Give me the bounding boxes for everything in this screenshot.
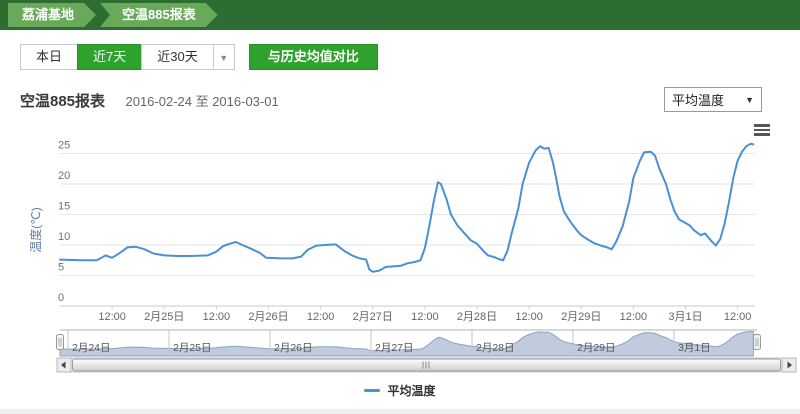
legend-line-swatch <box>364 389 380 392</box>
chart-context-menu-button[interactable] <box>754 124 771 138</box>
y-axis-label: 20 <box>58 170 70 182</box>
x-axis-label: 3月1日 <box>668 311 702 323</box>
navigator-label: 2月25日 <box>173 342 212 354</box>
y-axis-title: 温度(℃) <box>28 207 43 252</box>
hamburger-icon <box>754 129 770 132</box>
y-axis-label: 0 <box>58 292 64 304</box>
chevron-down-icon: ▼ <box>745 95 754 105</box>
breadcrumb-item-base[interactable]: 荔浦基地 <box>8 3 96 27</box>
navigator-label: 3月1日 <box>678 342 711 354</box>
window-bottom-edge <box>0 409 800 414</box>
page-title: 空温885报表 <box>20 90 105 111</box>
x-axis-label: 12:00 <box>411 311 439 323</box>
navigator-handle-left[interactable] <box>57 335 64 350</box>
x-axis-label: 12:00 <box>724 311 752 323</box>
y-axis-label: 15 <box>58 201 70 213</box>
main-series-line <box>60 144 753 272</box>
x-axis-label: 12:00 <box>203 311 231 323</box>
x-axis-label: 2月26日 <box>248 311 288 323</box>
range-button-today[interactable]: 本日 <box>20 44 78 70</box>
hamburger-icon <box>754 133 770 136</box>
temperature-chart: 0 5 10 15 20 25 温度(℃) 12:00 2月25日 12:00 2月26日 12:00… <box>0 118 800 409</box>
navigator-label: 2月28日 <box>476 342 515 354</box>
navigator-label: 2月24日 <box>72 342 111 354</box>
x-axis-label: 12:00 <box>515 311 543 323</box>
chart-canvas[interactable]: 0 5 10 15 20 25 温度(℃) 12:00 2月25日 12:00 2月26日 12:00… <box>0 118 800 409</box>
metric-select[interactable]: 平均温度 ▼ <box>664 87 762 112</box>
breadcrumb: 荔浦基地 空温885报表 <box>0 0 800 30</box>
range-button-7days[interactable]: 近7天 <box>77 44 142 70</box>
range-dropdown-caret-icon[interactable]: ▼ <box>213 44 235 70</box>
chart-legend-item[interactable]: 平均温度 <box>0 382 800 399</box>
report-header: 空温885报表 2016-02-24 至 2016-03-01 平均温度 ▼ <box>20 90 780 116</box>
metric-select-value: 平均温度 <box>672 90 724 109</box>
x-axis-label: 2月28日 <box>457 311 497 323</box>
y-axis-label: 25 <box>58 140 70 152</box>
range-toolbar: 本日 近7天 近30天 ▼ 与历史均值对比 <box>20 44 800 70</box>
x-axis-label: 2月27日 <box>353 311 393 323</box>
y-axis-label: 10 <box>58 231 70 243</box>
date-range-label: 2016-02-24 至 2016-03-01 <box>125 94 278 109</box>
navigator-label: 2月29日 <box>577 342 616 354</box>
navigator-label: 2月27日 <box>375 342 414 354</box>
range-button-30days[interactable]: 近30天 <box>141 44 213 70</box>
x-axis-label: 2月29日 <box>561 311 601 323</box>
navigator-label: 2月26日 <box>274 342 313 354</box>
x-axis-label: 12:00 <box>98 311 126 323</box>
hamburger-icon <box>754 124 770 127</box>
legend-label: 平均温度 <box>387 382 435 399</box>
x-axis-label: 12:00 <box>307 311 335 323</box>
breadcrumb-item-report[interactable]: 空温885报表 <box>100 3 218 27</box>
y-axis-label: 5 <box>58 262 64 274</box>
x-axis-label: 2月25日 <box>144 311 184 323</box>
x-axis-label: 12:00 <box>620 311 648 323</box>
navigator-handle-right[interactable] <box>754 335 761 350</box>
compare-history-button[interactable]: 与历史均值对比 <box>249 44 378 70</box>
